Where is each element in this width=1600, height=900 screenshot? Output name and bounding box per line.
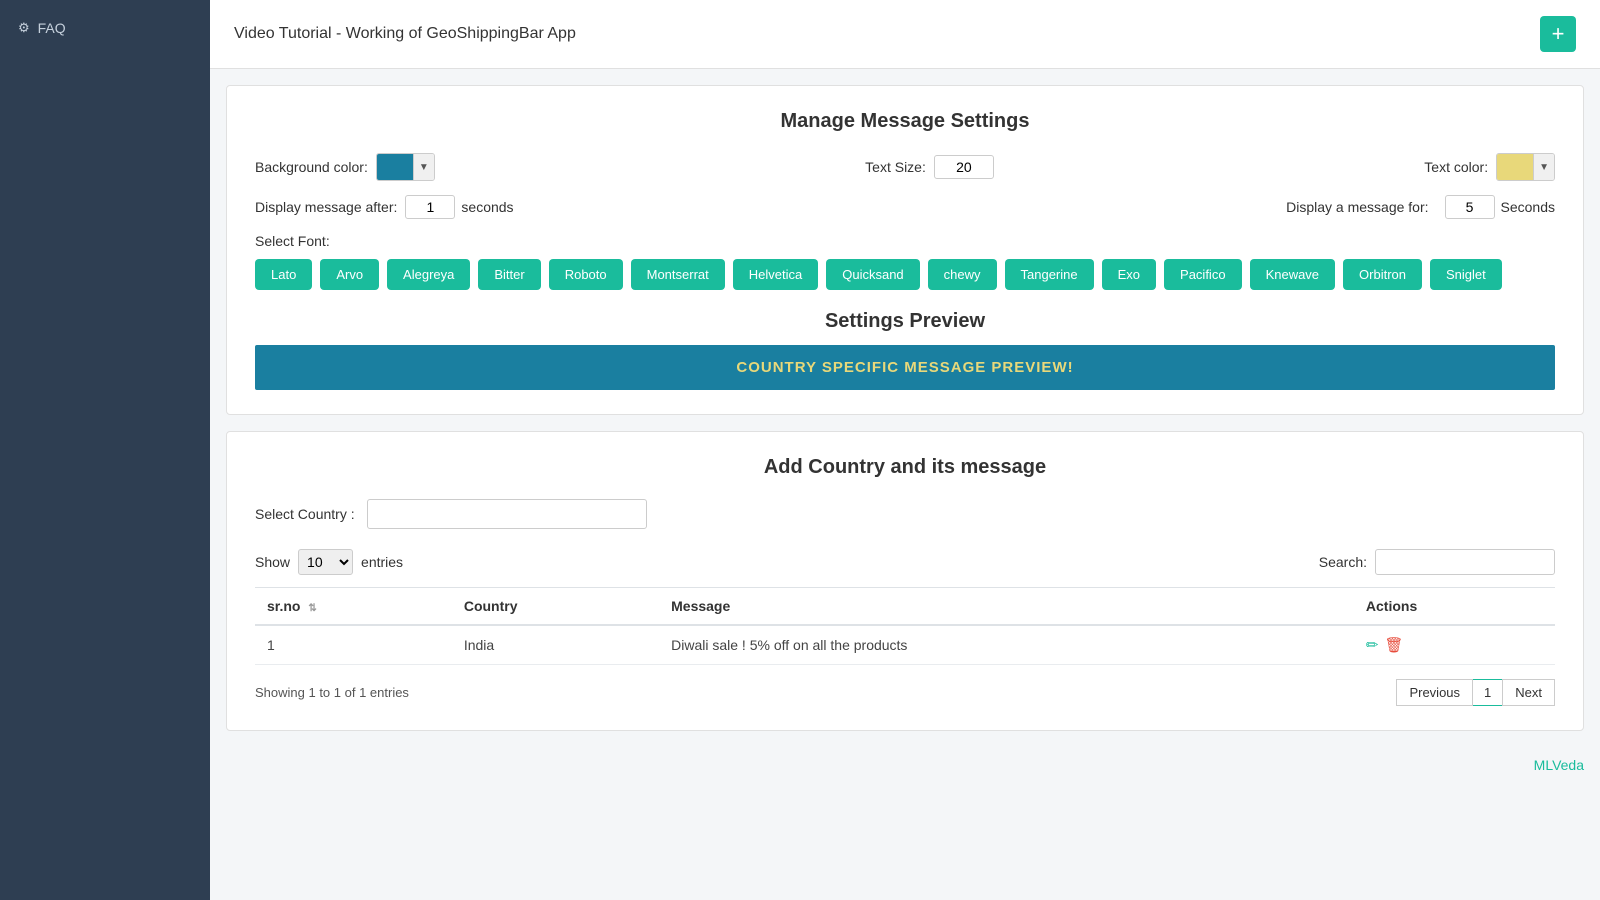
- font-btn-helvetica[interactable]: Helvetica: [733, 259, 818, 290]
- text-color-swatch: [1497, 154, 1533, 180]
- font-select-section: Select Font: Lato Arvo Alegreya Bitter Robot…: [255, 233, 1555, 290]
- cell-country: India: [452, 625, 659, 665]
- display-for-label: Display a message for:: [1286, 199, 1428, 215]
- bg-color-label: Background color:: [255, 159, 368, 175]
- search-input[interactable]: [1375, 549, 1555, 575]
- bg-color-arrow[interactable]: ▼: [413, 154, 434, 180]
- add-country-title: Add Country and its message: [255, 456, 1555, 479]
- display-after-label: Display message after:: [255, 199, 397, 215]
- page-title: Video Tutorial - Working of GeoShippingB…: [234, 25, 576, 43]
- font-btn-pacifico[interactable]: Pacifico: [1164, 259, 1242, 290]
- manage-settings-title: Manage Message Settings: [255, 110, 1555, 133]
- preview-banner: COUNTRY SPECIFIC MESSAGE PREVIEW!: [255, 345, 1555, 390]
- font-btn-lato[interactable]: Lato: [255, 259, 312, 290]
- col-country: Country: [452, 588, 659, 626]
- text-color-picker[interactable]: ▼: [1496, 153, 1555, 181]
- page-number: 1: [1473, 679, 1502, 706]
- entries-label: entries: [361, 554, 403, 570]
- add-button[interactable]: +: [1540, 16, 1576, 52]
- font-btn-alegreya[interactable]: Alegreya: [387, 259, 470, 290]
- country-select-input[interactable]: [367, 499, 647, 529]
- sidebar: ⚙ FAQ: [0, 0, 210, 900]
- preview-title: Settings Preview: [255, 310, 1555, 333]
- font-btn-roboto[interactable]: Roboto: [549, 259, 623, 290]
- font-btn-tangerine[interactable]: Tangerine: [1005, 259, 1094, 290]
- main-content: Video Tutorial - Working of GeoShippingB…: [210, 0, 1600, 900]
- gear-icon: ⚙: [18, 20, 30, 36]
- brand-name: MLVeda: [1534, 757, 1584, 773]
- col-message: Message: [659, 588, 1354, 626]
- next-button[interactable]: Next: [1502, 679, 1555, 706]
- settings-row-2: Display message after: seconds Display a…: [255, 195, 1555, 219]
- show-entries: Show 10 25 50 entries: [255, 549, 403, 575]
- text-color-label: Text color:: [1424, 159, 1488, 175]
- font-btn-bitter[interactable]: Bitter: [478, 259, 540, 290]
- add-country-card: Add Country and its message Select Count…: [226, 431, 1584, 731]
- pagination-btns: Previous 1 Next: [1396, 679, 1555, 706]
- display-after-input[interactable]: [405, 195, 455, 219]
- footer: MLVeda: [210, 747, 1600, 783]
- show-label: Show: [255, 554, 290, 570]
- sidebar-faq-label: FAQ: [38, 20, 66, 36]
- table-controls: Show 10 25 50 entries Search:: [255, 549, 1555, 575]
- country-table: sr.no ⇅ Country Message Actions 1 India …: [255, 587, 1555, 665]
- display-for-unit: Seconds: [1501, 199, 1555, 215]
- cell-srno: 1: [255, 625, 452, 665]
- font-buttons-container: Lato Arvo Alegreya Bitter Roboto Montserrat He…: [255, 259, 1555, 290]
- header-bar: Video Tutorial - Working of GeoShippingB…: [210, 0, 1600, 69]
- display-for-input[interactable]: [1445, 195, 1495, 219]
- text-size-label: Text Size:: [865, 159, 926, 175]
- text-size-input[interactable]: [934, 155, 994, 179]
- delete-icon[interactable]: 🗑: [1384, 636, 1403, 654]
- manage-settings-card: Manage Message Settings Background color…: [226, 85, 1584, 415]
- font-btn-knewave[interactable]: Knewave: [1250, 259, 1335, 290]
- font-btn-chewy[interactable]: chewy: [928, 259, 997, 290]
- cell-actions: ✏ 🗑: [1354, 625, 1555, 665]
- font-btn-exo[interactable]: Exo: [1102, 259, 1156, 290]
- settings-row-1: Background color: ▼ Text Size: Text colo…: [255, 153, 1555, 181]
- bg-color-picker[interactable]: ▼: [376, 153, 435, 181]
- entries-select[interactable]: 10 25 50: [298, 549, 353, 575]
- font-btn-sniglet[interactable]: Sniglet: [1430, 259, 1502, 290]
- font-btn-arvo[interactable]: Arvo: [320, 259, 379, 290]
- search-row: Search:: [1319, 549, 1555, 575]
- table-header-row: sr.no ⇅ Country Message Actions: [255, 588, 1555, 626]
- bg-color-swatch: [377, 154, 413, 180]
- table-row: 1 India Diwali sale ! 5% off on all the …: [255, 625, 1555, 665]
- pagination-info: Showing 1 to 1 of 1 entries: [255, 685, 409, 700]
- sort-icon-srno: ⇅: [308, 603, 316, 614]
- font-label: Select Font:: [255, 233, 1555, 249]
- pagination-row: Showing 1 to 1 of 1 entries Previous 1 N…: [255, 679, 1555, 706]
- previous-button[interactable]: Previous: [1396, 679, 1473, 706]
- col-actions: Actions: [1354, 588, 1555, 626]
- country-select-label: Select Country :: [255, 506, 355, 522]
- search-label: Search:: [1319, 554, 1367, 570]
- font-btn-orbitron[interactable]: Orbitron: [1343, 259, 1422, 290]
- text-color-arrow[interactable]: ▼: [1533, 154, 1554, 180]
- action-icons: ✏ 🗑: [1366, 636, 1543, 654]
- cell-message: Diwali sale ! 5% off on all the products: [659, 625, 1354, 665]
- edit-icon[interactable]: ✏: [1366, 636, 1379, 654]
- sidebar-item-faq[interactable]: ⚙ FAQ: [0, 10, 210, 46]
- display-after-unit: seconds: [461, 199, 513, 215]
- font-btn-montserrat[interactable]: Montserrat: [631, 259, 725, 290]
- col-srno: sr.no ⇅: [255, 588, 452, 626]
- country-select-row: Select Country :: [255, 499, 1555, 529]
- font-btn-quicksand[interactable]: Quicksand: [826, 259, 919, 290]
